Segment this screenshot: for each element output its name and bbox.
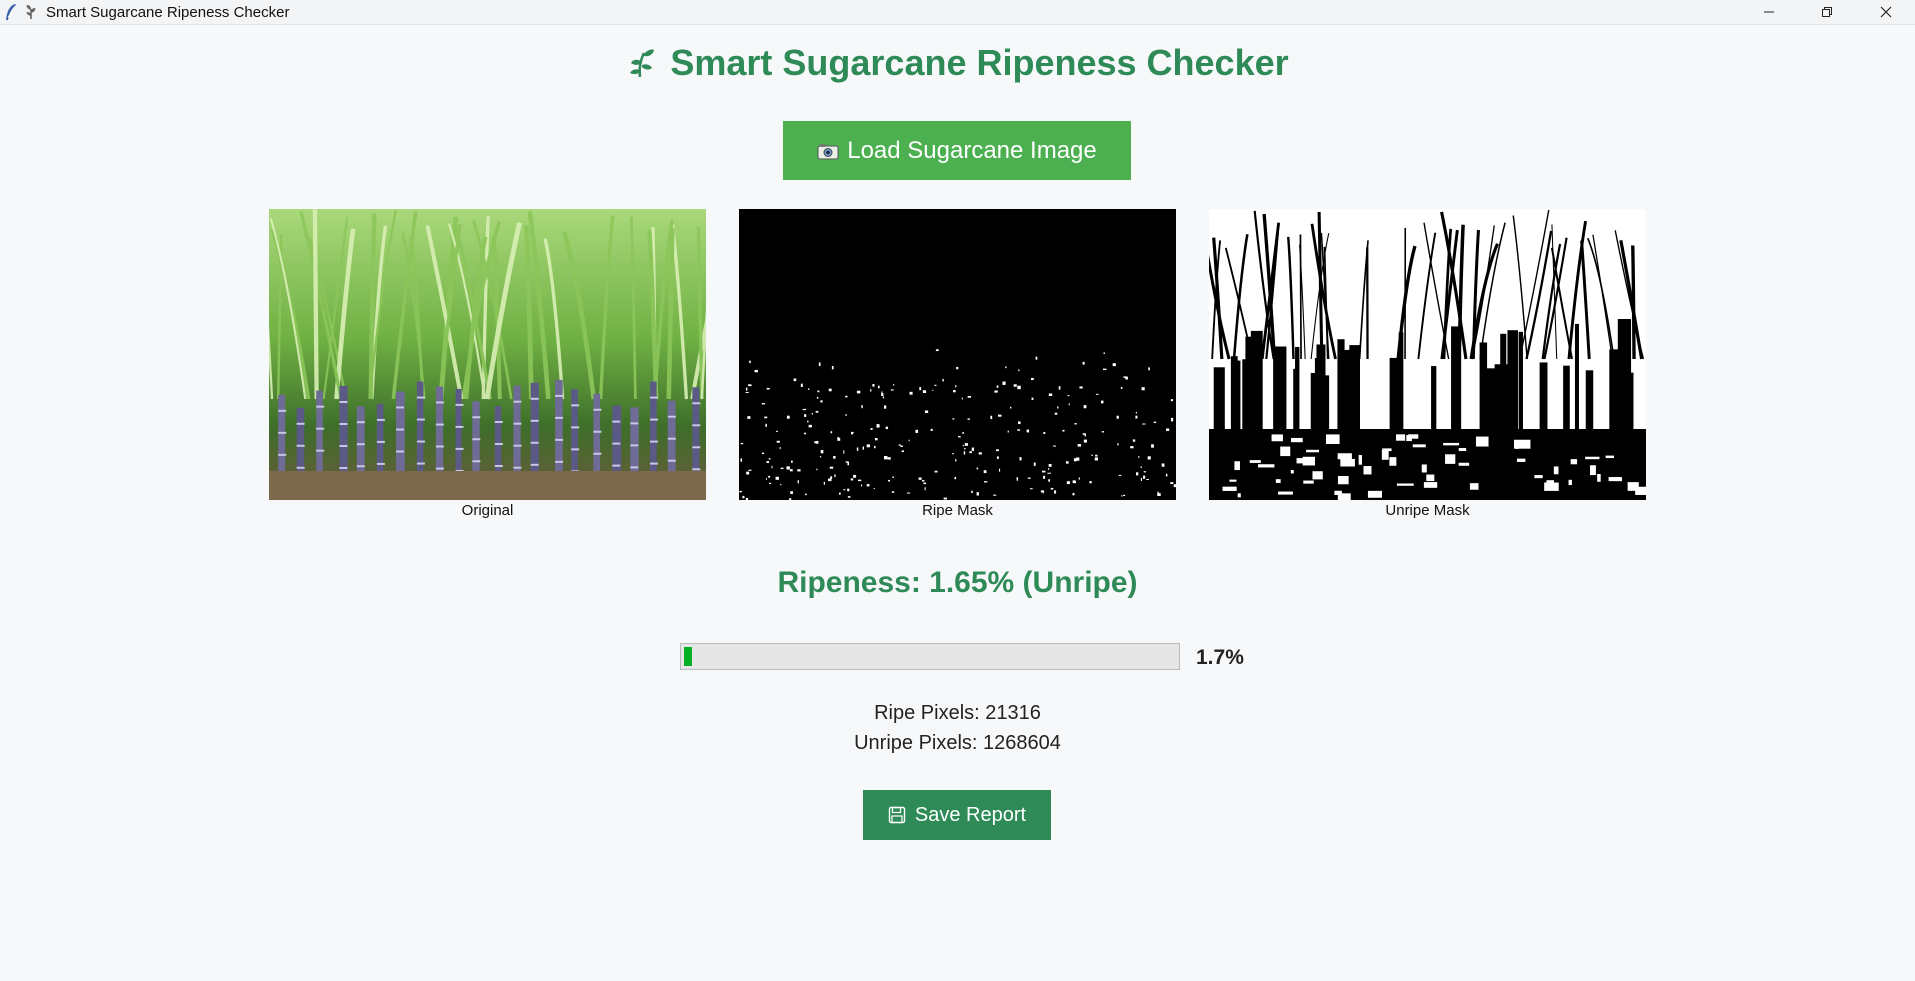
leaf-icon: [26, 5, 36, 19]
feather-icon: [6, 4, 16, 20]
ripeness-progress-bar: [680, 643, 1180, 670]
load-image-label: Load Sugarcane Image: [847, 136, 1097, 164]
ripe-pixels-stat: Ripe Pixels: 21316: [874, 702, 1041, 724]
unripe-mask-image: [1209, 209, 1646, 500]
leaf-icon: [630, 49, 655, 78]
ripe-mask-panel: Ripe Mask: [739, 209, 1176, 519]
close-button[interactable]: [1857, 0, 1915, 24]
unripe-pixels-stat: Unripe Pixels: 1268604: [854, 732, 1061, 754]
minimize-icon: [1764, 11, 1774, 13]
close-icon: [1880, 6, 1892, 18]
unripe-mask-panel: Unripe Mask: [1209, 209, 1646, 519]
load-image-button[interactable]: Load Sugarcane Image: [783, 121, 1131, 180]
restore-button[interactable]: [1798, 0, 1856, 24]
app-heading: Smart Sugarcane Ripeness Checker: [0, 42, 1915, 84]
panel-caption: Unripe Mask: [1385, 502, 1470, 519]
save-report-label: Save Report: [914, 803, 1027, 826]
camera-icon: [817, 143, 839, 159]
window-title: Smart Sugarcane Ripeness Checker: [46, 4, 290, 21]
save-report-button[interactable]: Save Report: [863, 790, 1051, 840]
restore-icon: [1822, 7, 1832, 17]
original-panel: Original: [269, 209, 706, 519]
original-image: [269, 209, 706, 500]
window-titlebar: Smart Sugarcane Ripeness Checker: [0, 0, 1915, 25]
minimize-button[interactable]: [1740, 0, 1798, 24]
floppy-disk-icon: [888, 806, 906, 824]
panel-caption: Original: [461, 502, 514, 519]
panel-caption: Ripe Mask: [922, 502, 993, 519]
ripe-mask-image: [739, 209, 1176, 500]
progress-fill: [684, 647, 693, 666]
ripeness-result: Ripeness: 1.65% (Unripe): [777, 566, 1138, 599]
page-title: Smart Sugarcane Ripeness Checker: [670, 42, 1289, 83]
progress-label: 1.7%: [1196, 646, 1244, 669]
